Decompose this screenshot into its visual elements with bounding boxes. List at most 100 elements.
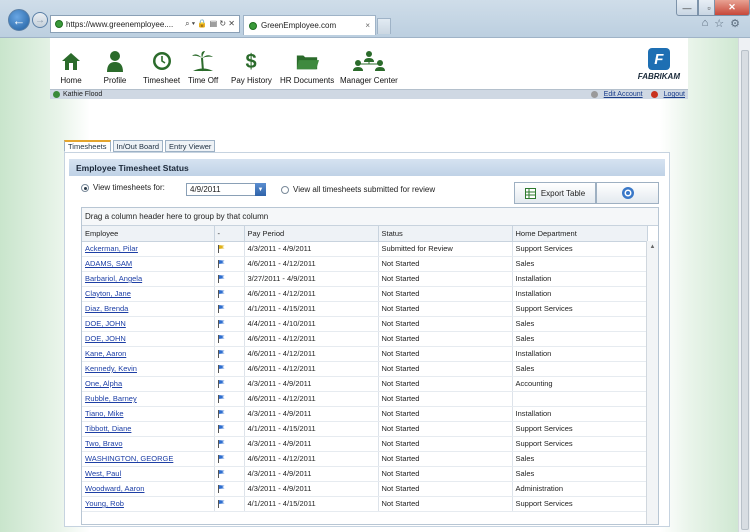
tab-in-out-board[interactable]: In/Out Board: [112, 140, 164, 152]
employee-link[interactable]: One, Alpha: [82, 376, 215, 392]
blue-flag-icon: [217, 500, 225, 508]
nav-time-off[interactable]: Time Off: [188, 48, 218, 85]
table-row[interactable]: Rubble, Barney 4/6/2011 - 4/12/2011 Not St…: [82, 391, 648, 407]
export-table-button[interactable]: Export Table: [514, 182, 596, 204]
grid-settings-button[interactable]: [596, 182, 659, 204]
status-cell: Not Started: [378, 346, 513, 362]
view-all-radio[interactable]: [281, 185, 289, 194]
forward-button[interactable]: →: [32, 12, 48, 28]
table-row[interactable]: Kane, Aaron 4/6/2011 - 4/12/2011 Not Start…: [82, 346, 648, 362]
nav-timesheet-label: Timesheet: [143, 76, 181, 85]
page-scrollbar[interactable]: [738, 38, 750, 532]
back-button[interactable]: ←: [8, 9, 30, 31]
column-header-flag[interactable]: -: [214, 226, 245, 242]
table-row[interactable]: ADAMS, SAM 4/6/2011 - 4/12/2011 Not Starte…: [82, 256, 648, 272]
employee-link[interactable]: Clayton, Jane: [82, 286, 215, 302]
home-toolbar-icon[interactable]: ⌂: [702, 17, 709, 30]
tab-timesheets[interactable]: Timesheets: [64, 140, 111, 152]
employee-link[interactable]: WASHINGTON, GEORGE: [82, 451, 215, 467]
blue-flag-icon: [217, 485, 225, 493]
url-text[interactable]: https://www.greenemployee....: [66, 20, 182, 29]
favorites-star-icon[interactable]: ☆: [714, 17, 724, 30]
scroll-up-icon[interactable]: ▲: [650, 244, 656, 250]
nav-manager-center[interactable]: Manager Center: [340, 48, 398, 85]
scroll-thumb[interactable]: [741, 50, 749, 530]
status-cell: Not Started: [378, 421, 513, 437]
employee-link[interactable]: Kane, Aaron: [82, 346, 215, 362]
edit-account-link[interactable]: Edit Account: [590, 91, 643, 98]
nav-hr-documents-label: HR Documents: [280, 76, 335, 85]
nav-timesheet[interactable]: Timesheet: [143, 48, 180, 85]
table-row[interactable]: DOE, JOHN 4/6/2011 - 4/12/2011 Not Started…: [82, 331, 648, 347]
employee-link[interactable]: ADAMS, SAM: [82, 256, 215, 272]
close-window-button[interactable]: ✕: [714, 0, 750, 16]
view-all-option[interactable]: View all timesheets submitted for review: [281, 185, 435, 194]
status-cell: Not Started: [378, 436, 513, 452]
column-header-home-department[interactable]: Home Department: [512, 226, 648, 242]
chevron-down-icon: ▼: [257, 186, 264, 193]
employee-link[interactable]: DOE, JOHN: [82, 316, 215, 332]
calendar-dropdown-button[interactable]: ▼: [255, 183, 266, 196]
settings-gear-icon[interactable]: ⚙: [730, 17, 740, 30]
employee-link[interactable]: Ackerman, Pilar: [82, 241, 215, 257]
table-row[interactable]: One, Alpha 4/3/2011 - 4/9/2011 Not Started…: [82, 376, 648, 392]
pay-period-cell: 4/3/2011 - 4/9/2011: [244, 481, 379, 497]
nav-hr-documents[interactable]: HR Documents: [280, 48, 334, 85]
employee-link[interactable]: DOE, JOHN: [82, 331, 215, 347]
status-flag-icon: [214, 271, 245, 287]
table-row[interactable]: Kennedy, Kevin 4/6/2011 - 4/12/2011 Not St…: [82, 361, 648, 377]
employee-link[interactable]: Diaz, Brenda: [82, 301, 215, 317]
table-row[interactable]: Barbariol, Angela 3/27/2011 - 4/9/2011 Not…: [82, 271, 648, 287]
column-header-status[interactable]: Status: [378, 226, 513, 242]
logout-label[interactable]: Logout: [664, 91, 685, 98]
dollar-icon: $: [239, 48, 263, 72]
new-tab-button[interactable]: [377, 18, 391, 34]
address-bar[interactable]: https://www.greenemployee.... ⌕ ▾ 🔒 ▤ ↻ …: [50, 15, 240, 33]
employee-link[interactable]: Rubble, Barney: [82, 391, 215, 407]
nav-profile[interactable]: Profile: [103, 48, 127, 85]
table-row[interactable]: Ackerman, Pilar 4/3/2011 - 4/9/2011 Submit…: [82, 241, 648, 257]
table-row[interactable]: WASHINGTON, GEORGE 4/6/2011 - 4/12/2011 No…: [82, 451, 648, 467]
table-row[interactable]: Young, Rob 4/1/2011 - 4/15/2011 Not Starte…: [82, 496, 648, 512]
table-row[interactable]: Two, Bravo 4/3/2011 - 4/9/2011 Not Started…: [82, 436, 648, 452]
table-row[interactable]: Diaz, Brenda 4/1/2011 - 4/15/2011 Not Star…: [82, 301, 648, 317]
table-row[interactable]: DOE, JOHN 4/4/2011 - 4/10/2011 Not Started…: [82, 316, 648, 332]
browser-tab[interactable]: GreenEmployee.com ×: [243, 15, 376, 35]
employee-link[interactable]: Woodward, Aaron: [82, 481, 215, 497]
employee-link[interactable]: Kennedy, Kevin: [82, 361, 215, 377]
nav-pay-history[interactable]: $ Pay History: [231, 48, 272, 85]
date-picker-input[interactable]: 4/9/2011: [186, 183, 266, 196]
employee-link[interactable]: Young, Rob: [82, 496, 215, 512]
table-row[interactable]: Tiano, Mike 4/3/2011 - 4/9/2011 Not Starte…: [82, 406, 648, 422]
address-controls[interactable]: ⌕ ▾ 🔒 ▤ ↻ ✕: [185, 19, 239, 29]
employee-link[interactable]: West, Paul: [82, 466, 215, 482]
status-cell: Not Started: [378, 331, 513, 347]
user-bar: Kathie Flood Edit Account Logout: [50, 89, 688, 99]
logout-link[interactable]: Logout: [650, 91, 685, 98]
edit-account-label[interactable]: Edit Account: [604, 91, 643, 98]
minimize-button[interactable]: —: [676, 0, 698, 16]
grid-scrollbar[interactable]: ▲: [646, 241, 658, 524]
status-cell: Not Started: [378, 391, 513, 407]
home-department-cell: Support Services: [512, 421, 648, 437]
group-by-bar[interactable]: Drag a column header here to group by th…: [82, 208, 658, 226]
tab-entry-viewer[interactable]: Entry Viewer: [165, 140, 216, 152]
view-for-option[interactable]: View timesheets for:: [81, 183, 165, 192]
status-flag-icon: [214, 346, 245, 362]
employee-link[interactable]: Tibbott, Diane: [82, 421, 215, 437]
nav-home[interactable]: Home: [59, 48, 83, 85]
status-flag-icon: [214, 376, 245, 392]
table-row[interactable]: Tibbott, Diane 4/1/2011 - 4/15/2011 Not St…: [82, 421, 648, 437]
employee-link[interactable]: Barbariol, Angela: [82, 271, 215, 287]
employee-link[interactable]: Two, Bravo: [82, 436, 215, 452]
tab-close-icon[interactable]: ×: [365, 21, 370, 30]
table-row[interactable]: West, Paul 4/3/2011 - 4/9/2011 Not Started…: [82, 466, 648, 482]
column-header-pay-period[interactable]: Pay Period: [244, 226, 379, 242]
blue-flag-icon: [217, 425, 225, 433]
table-row[interactable]: Clayton, Jane 4/6/2011 - 4/12/2011 Not Sta…: [82, 286, 648, 302]
table-row[interactable]: Woodward, Aaron 4/3/2011 - 4/9/2011 Not St…: [82, 481, 648, 497]
view-for-radio[interactable]: [81, 183, 89, 192]
column-header-employee[interactable]: Employee: [82, 226, 215, 242]
employee-link[interactable]: Tiano, Mike: [82, 406, 215, 422]
pay-period-cell: 4/3/2011 - 4/9/2011: [244, 436, 379, 452]
